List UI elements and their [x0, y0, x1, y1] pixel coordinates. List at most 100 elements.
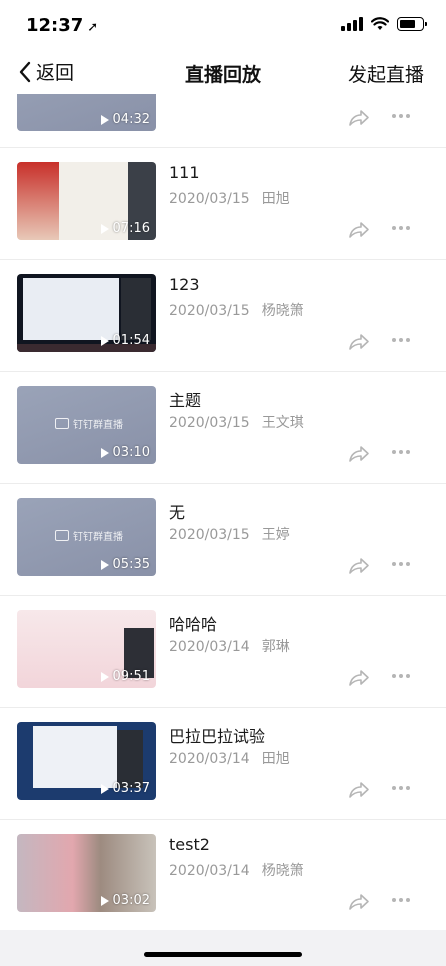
play-icon: [100, 895, 109, 906]
list-item[interactable]: 03:02 test2 2020/03/14 杨晓箫: [0, 820, 446, 930]
share-icon[interactable]: [348, 109, 370, 127]
more-icon[interactable]: [392, 450, 412, 456]
item-title: 主题: [169, 391, 202, 410]
video-thumbnail[interactable]: 07:16: [17, 162, 156, 240]
item-meta: 2020/03/14 郭琳: [169, 636, 290, 656]
share-icon[interactable]: [348, 557, 370, 575]
location-arrow-icon: ➚: [87, 20, 99, 35]
share-icon[interactable]: [348, 669, 370, 687]
list-item[interactable]: 01:54 123 2020/03/15 杨晓箫: [0, 260, 446, 372]
replay-list: 04:32 07:16 111 2020/03/15 田旭 01:54 123 2…: [0, 94, 446, 930]
wifi-icon: [371, 17, 389, 30]
item-author: 杨晓箫: [261, 303, 304, 319]
list-item[interactable]: 04:32: [0, 94, 446, 148]
duration-text: 03:37: [112, 781, 150, 796]
duration-badge: 07:16: [100, 221, 150, 236]
duration-text: 04:32: [112, 112, 150, 127]
item-title: 巴拉巴拉试验: [169, 727, 266, 746]
home-indicator-area: [0, 930, 446, 966]
duration-text: 07:16: [112, 221, 150, 236]
play-icon: [100, 671, 109, 682]
item-meta: 2020/03/14 田旭: [169, 748, 290, 768]
video-thumbnail[interactable]: 03:02: [17, 834, 156, 912]
item-date: 2020/03/15: [169, 191, 250, 207]
duration-text: 03:02: [112, 893, 150, 908]
play-icon: [100, 783, 109, 794]
item-author: 田旭: [261, 751, 290, 767]
more-icon[interactable]: [392, 674, 412, 680]
more-icon[interactable]: [392, 226, 412, 232]
more-icon[interactable]: [392, 338, 412, 344]
play-icon: [100, 335, 109, 346]
watermark: 钉钉群直播: [55, 528, 123, 543]
video-thumbnail[interactable]: 03:37: [17, 722, 156, 800]
video-thumbnail[interactable]: 钉钉群直播 05:35: [17, 498, 156, 576]
list-item[interactable]: 钉钉群直播 03:10 主题 2020/03/15 王文琪: [0, 372, 446, 484]
item-title: 哈哈哈: [169, 615, 218, 634]
status-time-text: 12:37: [26, 15, 84, 36]
more-icon[interactable]: [392, 562, 412, 568]
item-date: 2020/03/15: [169, 303, 250, 319]
chevron-left-icon: [19, 61, 31, 82]
duration-text: 03:10: [112, 445, 150, 460]
item-meta: 2020/03/15 王文琪: [169, 412, 304, 432]
item-author: 田旭: [261, 191, 290, 207]
more-icon[interactable]: [392, 786, 412, 792]
back-button[interactable]: 返回: [18, 58, 74, 85]
item-date: 2020/03/14: [169, 751, 250, 767]
list-item[interactable]: 03:37 巴拉巴拉试验 2020/03/14 田旭: [0, 708, 446, 820]
item-date: 2020/03/15: [169, 415, 250, 431]
home-indicator[interactable]: [144, 952, 302, 957]
play-icon: [100, 559, 109, 570]
share-icon[interactable]: [348, 781, 370, 799]
item-title: 123: [169, 275, 200, 294]
video-thumbnail[interactable]: 04:32: [17, 94, 156, 131]
duration-text: 05:35: [112, 557, 150, 572]
list-item[interactable]: 09:51 哈哈哈 2020/03/14 郭琳: [0, 596, 446, 708]
back-label: 返回: [36, 62, 75, 84]
duration-badge: 01:54: [100, 333, 150, 348]
duration-badge: 05:35: [100, 557, 150, 572]
cellular-signal-icon: [341, 17, 363, 31]
item-date: 2020/03/14: [169, 863, 250, 879]
start-live-button[interactable]: 发起直播: [348, 60, 424, 87]
duration-badge: 09:51: [100, 669, 150, 684]
status-bar: 12:37 ➚: [0, 0, 446, 50]
nav-bar: 返回 直播回放 发起直播: [0, 50, 446, 94]
duration-text: 09:51: [112, 669, 150, 684]
item-meta: 2020/03/15 杨晓箫: [169, 300, 304, 320]
more-icon[interactable]: [392, 114, 412, 120]
battery-icon: [397, 17, 427, 31]
item-date: 2020/03/15: [169, 527, 250, 543]
duration-badge: 03:37: [100, 781, 150, 796]
tv-icon: [55, 418, 69, 429]
item-meta: 2020/03/15 王婷: [169, 524, 290, 544]
play-icon: [100, 223, 109, 234]
video-thumbnail[interactable]: 09:51: [17, 610, 156, 688]
share-icon[interactable]: [348, 893, 370, 911]
play-icon: [100, 114, 109, 125]
share-icon[interactable]: [348, 445, 370, 463]
duration-badge: 04:32: [100, 112, 150, 127]
item-title: test2: [169, 835, 210, 854]
item-date: 2020/03/14: [169, 639, 250, 655]
share-icon[interactable]: [348, 221, 370, 239]
item-author: 郭琳: [261, 639, 290, 655]
video-thumbnail[interactable]: 01:54: [17, 274, 156, 352]
item-meta: 2020/03/15 田旭: [169, 188, 290, 208]
duration-badge: 03:10: [100, 445, 150, 460]
video-thumbnail[interactable]: 钉钉群直播 03:10: [17, 386, 156, 464]
tv-icon: [55, 530, 69, 541]
item-meta: 2020/03/14 杨晓箫: [169, 860, 304, 880]
list-item[interactable]: 07:16 111 2020/03/15 田旭: [0, 148, 446, 260]
item-author: 王文琪: [261, 415, 304, 431]
status-time: 12:37 ➚: [26, 15, 98, 36]
duration-text: 01:54: [112, 333, 150, 348]
item-author: 王婷: [261, 527, 290, 543]
duration-badge: 03:02: [100, 893, 150, 908]
item-title: 111: [169, 163, 200, 182]
more-icon[interactable]: [392, 898, 412, 904]
list-item[interactable]: 钉钉群直播 05:35 无 2020/03/15 王婷: [0, 484, 446, 596]
share-icon[interactable]: [348, 333, 370, 351]
status-icons: [341, 17, 427, 31]
